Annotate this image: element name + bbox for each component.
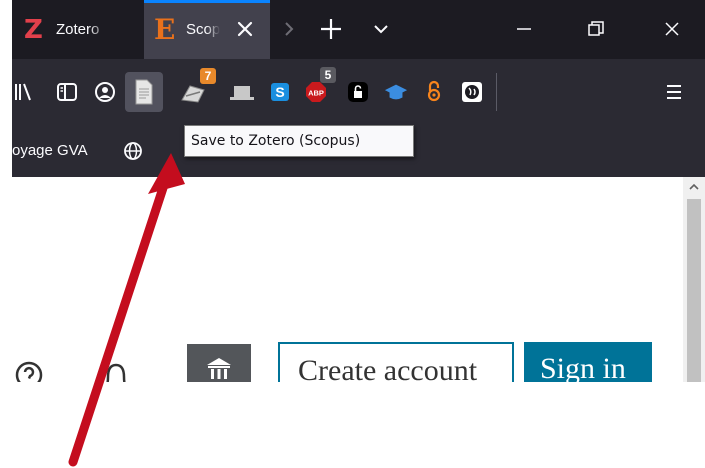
extension-badge: 7 [200,68,216,84]
extension-with-badge-icon[interactable]: 7 [178,68,216,104]
browser-screenshot: Z Zotero E Scopus [12,0,705,382]
create-account-button[interactable]: Create account [278,342,514,382]
sidebar-icon[interactable] [55,80,79,104]
globe-extension-icon[interactable] [460,80,484,104]
laptop-icon[interactable] [225,80,259,104]
open-access-icon[interactable] [422,80,446,104]
list-all-tabs-chevron-icon[interactable] [366,14,396,44]
tab-zotero[interactable]: Z Zotero [12,0,132,59]
lock-extension-icon[interactable] [346,80,370,104]
library-icon[interactable] [12,80,36,104]
tab-strip: Z Zotero E Scopus [12,0,705,59]
svg-text:ABP: ABP [308,89,324,98]
minimize-window-icon[interactable] [504,14,544,44]
bookmark-item[interactable]: oyage GVA [12,142,88,159]
restore-window-icon[interactable] [576,14,616,44]
sign-in-label: Sign in [540,352,626,382]
globe-icon[interactable] [122,140,144,162]
tooltip: Save to Zotero (Scopus) [184,125,414,157]
tab-scopus[interactable]: E Scopus [144,0,270,59]
elsevier-e-icon: E [154,13,176,46]
zotero-save-page-icon [135,79,153,105]
notifications-bell-icon[interactable] [98,359,134,382]
new-tab-icon[interactable] [316,14,346,44]
scrollbar-thumb[interactable] [687,199,701,382]
scroll-tabs-right-icon[interactable] [274,14,304,44]
sign-in-button[interactable]: Sign in [524,342,652,382]
create-account-label: Create account [298,354,478,382]
account-icon[interactable] [93,80,117,104]
close-tab-icon[interactable] [234,18,256,40]
page-scrollbar[interactable] [683,177,705,382]
scroll-up-icon[interactable] [683,177,705,197]
hamburger-menu-icon[interactable] [662,80,686,104]
tab-label: Zotero [56,21,100,38]
graduation-cap-icon[interactable] [384,80,408,104]
svg-text:S: S [275,84,284,100]
institution-icon [207,358,231,379]
tab-label: Scopus [186,21,220,38]
institution-button[interactable] [187,344,251,382]
toolbar-divider [496,73,497,111]
adblock-badge: 5 [320,67,336,83]
close-window-icon[interactable] [652,14,692,44]
help-icon[interactable] [14,360,44,382]
page-content: Create account Sign in [12,177,705,382]
adblock-plus-icon[interactable]: ABP 5 [304,67,336,104]
zotero-save-page-button[interactable] [125,72,163,112]
s-extension-icon[interactable]: S [268,80,292,104]
navigation-toolbar: 7 S ABP 5 [12,59,705,125]
zotero-z-icon: Z [24,14,43,45]
